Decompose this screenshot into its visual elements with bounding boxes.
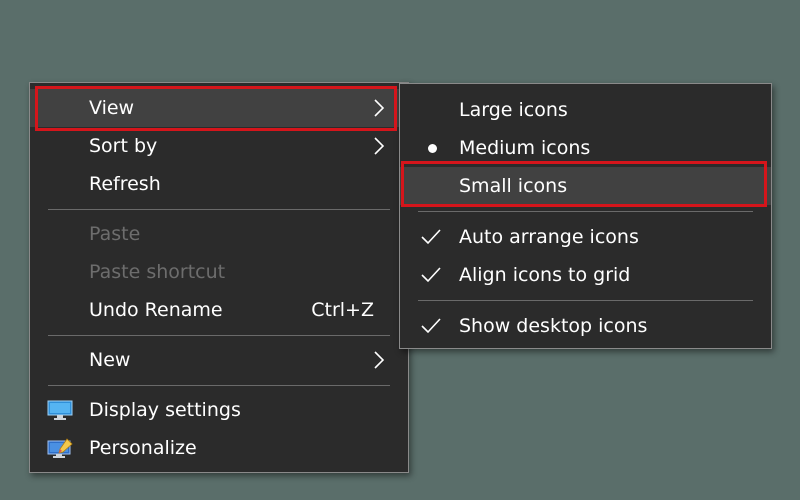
menu-separator bbox=[418, 300, 753, 301]
submenu-item-medium-icons-label: Medium icons bbox=[459, 137, 591, 159]
submenu-item-show-desktop-icons[interactable]: Show desktop icons bbox=[400, 307, 771, 345]
menu-item-undo-rename[interactable]: Undo Rename Ctrl+Z bbox=[30, 291, 408, 329]
chevron-right-icon bbox=[374, 351, 385, 369]
menu-item-refresh-label: Refresh bbox=[89, 173, 161, 195]
submenu-item-align-grid-label: Align icons to grid bbox=[459, 264, 631, 286]
menu-item-display-settings-label: Display settings bbox=[89, 399, 241, 421]
view-submenu: Large icons Medium icons Small icons Aut… bbox=[399, 83, 772, 349]
menu-item-paste: Paste bbox=[30, 215, 408, 253]
chevron-right-icon bbox=[374, 99, 385, 117]
menu-separator bbox=[418, 211, 753, 212]
display-icon bbox=[47, 400, 73, 420]
checkmark-icon bbox=[421, 229, 441, 245]
personalize-icon bbox=[47, 438, 73, 458]
menu-item-sort-by[interactable]: Sort by bbox=[30, 127, 408, 165]
menu-item-paste-label: Paste bbox=[89, 223, 141, 245]
submenu-item-large-icons-label: Large icons bbox=[459, 99, 568, 121]
submenu-item-show-desktop-icons-label: Show desktop icons bbox=[459, 315, 648, 337]
menu-item-new[interactable]: New bbox=[30, 341, 408, 379]
submenu-item-align-grid[interactable]: Align icons to grid bbox=[400, 256, 771, 294]
submenu-item-auto-arrange-label: Auto arrange icons bbox=[459, 226, 639, 248]
keyboard-shortcut: Ctrl+Z bbox=[311, 299, 374, 321]
menu-item-sort-by-label: Sort by bbox=[89, 135, 158, 157]
menu-item-refresh[interactable]: Refresh bbox=[30, 165, 408, 203]
menu-separator bbox=[48, 209, 390, 210]
submenu-item-small-icons-label: Small icons bbox=[459, 175, 568, 197]
menu-item-display-settings[interactable]: Display settings bbox=[30, 391, 408, 429]
chevron-right-icon bbox=[374, 137, 385, 155]
menu-item-new-label: New bbox=[89, 349, 131, 371]
menu-separator bbox=[48, 385, 390, 386]
checkmark-icon bbox=[421, 267, 441, 283]
menu-item-paste-shortcut-label: Paste shortcut bbox=[89, 261, 226, 283]
menu-item-personalize[interactable]: Personalize bbox=[30, 429, 408, 467]
checkmark-icon bbox=[421, 318, 441, 334]
desktop-context-menu: View Sort by Refresh Paste Paste shortcu… bbox=[29, 82, 409, 473]
menu-separator bbox=[48, 335, 390, 336]
menu-item-view[interactable]: View bbox=[30, 89, 408, 127]
radio-bullet-icon bbox=[428, 144, 437, 153]
menu-item-paste-shortcut: Paste shortcut bbox=[30, 253, 408, 291]
menu-item-personalize-label: Personalize bbox=[89, 437, 197, 459]
menu-item-undo-rename-label: Undo Rename bbox=[89, 299, 223, 321]
submenu-item-large-icons[interactable]: Large icons bbox=[400, 91, 771, 129]
submenu-item-medium-icons[interactable]: Medium icons bbox=[400, 129, 771, 167]
menu-item-view-label: View bbox=[89, 97, 135, 119]
submenu-item-small-icons[interactable]: Small icons bbox=[400, 167, 771, 205]
submenu-item-auto-arrange[interactable]: Auto arrange icons bbox=[400, 218, 771, 256]
desktop[interactable]: View Sort by Refresh Paste Paste shortcu… bbox=[0, 0, 800, 500]
